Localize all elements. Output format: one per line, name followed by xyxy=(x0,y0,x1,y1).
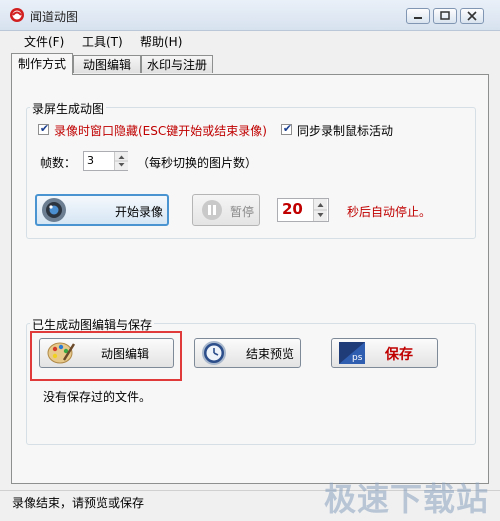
stepper-arrows-icon xyxy=(115,155,128,167)
menu-bar xyxy=(0,30,500,52)
hide-window-checkbox[interactable]: ✔ xyxy=(38,122,50,135)
close-button[interactable] xyxy=(460,8,484,24)
fps-value: 3 xyxy=(87,154,94,167)
camera-lens-icon xyxy=(42,198,66,222)
sync-mouse-label: 同步录制鼠标活动 xyxy=(297,124,394,138)
tab-method[interactable]: 制作方式 xyxy=(11,53,73,75)
fps-label: 帧数： xyxy=(40,156,77,170)
menu-tools[interactable]: 工具(T) xyxy=(82,33,123,50)
status-text: 录像结束，请预览或保存 xyxy=(12,496,145,510)
site-watermark: 极速下载站 xyxy=(324,480,490,518)
clock-icon xyxy=(202,341,226,365)
app-logo-icon xyxy=(10,8,24,22)
photoshop-icon: ps xyxy=(339,342,365,364)
highlight-box xyxy=(30,331,182,381)
auto-stop-value: 20 xyxy=(282,200,303,218)
minimize-icon xyxy=(407,9,429,23)
save-label: 保存 xyxy=(385,347,413,363)
no-file-text: 没有保存过的文件。 xyxy=(43,390,152,404)
fps-hint: （每秒切换的图片数） xyxy=(137,156,258,170)
end-preview-label: 结束预览 xyxy=(246,347,295,361)
check-icon: ✔ xyxy=(282,122,293,135)
auto-stop-stepper[interactable] xyxy=(313,199,327,221)
menu-help[interactable]: 帮助(H) xyxy=(140,33,182,50)
sync-mouse-checkbox[interactable]: ✔ xyxy=(281,122,293,135)
fps-stepper[interactable] xyxy=(114,152,128,170)
tab-anim-edit[interactable]: 动图编辑 xyxy=(73,55,141,73)
pause-icon xyxy=(202,200,222,220)
record-group-legend: 录屏生成动图 xyxy=(30,100,107,117)
hide-window-label: 录像时窗口隐藏(ESC键开始或结束录像) xyxy=(54,124,267,138)
svg-text:ps: ps xyxy=(352,353,363,363)
pause-label: 暂停 xyxy=(230,205,255,219)
check-icon: ✔ xyxy=(39,122,50,135)
maximize-icon xyxy=(434,9,456,23)
stepper-arrows-icon xyxy=(314,203,327,217)
maximize-button[interactable] xyxy=(433,8,457,24)
close-icon xyxy=(461,9,483,23)
start-record-label: 开始录像 xyxy=(115,205,164,219)
window-title: 闻道动图 xyxy=(30,10,79,24)
tab-watermark[interactable]: 水印与注册 xyxy=(141,55,213,73)
minimize-button[interactable] xyxy=(406,8,430,24)
menu-file[interactable]: 文件(F) xyxy=(24,33,64,50)
auto-stop-label: 秒后自动停止。 xyxy=(347,205,432,219)
